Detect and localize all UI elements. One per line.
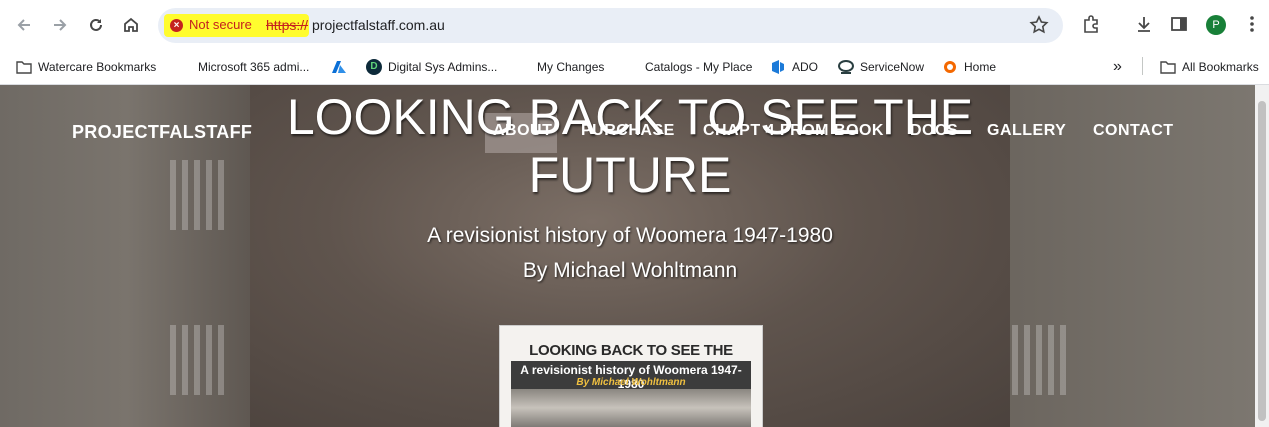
- bookmark-catalogs[interactable]: Catalogs - My Place: [623, 56, 752, 78]
- reload-icon: [90, 18, 102, 31]
- book-cover-author: By Michael Wohltmann: [576, 377, 686, 388]
- home-button[interactable]: [116, 10, 146, 40]
- microsoft-icon: [623, 59, 639, 75]
- back-arrow-icon: [17, 19, 30, 31]
- browser-toolbar: × Not secure https:// projectfalstaff.co…: [0, 0, 1269, 50]
- grafana-icon: [944, 61, 956, 73]
- microsoft-icon: [176, 59, 192, 75]
- site-logo[interactable]: PROJECTFALSTAFF: [72, 122, 252, 143]
- bookmark-label: All Bookmarks: [1182, 60, 1259, 74]
- aerial-markings-left: [170, 160, 230, 230]
- folder-shortcut-icon: [16, 61, 32, 74]
- extensions-button[interactable]: [1080, 13, 1102, 35]
- side-panel-icon: [1171, 17, 1187, 31]
- nav-purchase[interactable]: PURCHASE: [581, 122, 675, 140]
- bookmark-label: Catalogs - My Place: [645, 60, 753, 74]
- bookmark-servicenow[interactable]: ServiceNow: [838, 56, 924, 78]
- profile-avatar[interactable]: P: [1206, 15, 1226, 35]
- aerial-markings-left-lower: [170, 325, 230, 395]
- address-bar[interactable]: × Not secure https:// projectfalstaff.co…: [158, 8, 1063, 43]
- nav-chapt-4[interactable]: CHAPT 4 FROM BOOK: [703, 122, 884, 140]
- bookmark-my-changes[interactable]: My Changes: [515, 56, 604, 78]
- bookmark-label: Home: [964, 60, 997, 74]
- azure-devops-icon: [772, 60, 784, 74]
- url-scheme: https://: [266, 17, 309, 33]
- page-scrollbar[interactable]: [1255, 85, 1269, 427]
- bookmark-label: Digital Sys Admins...: [388, 60, 498, 74]
- downloads-button[interactable]: [1133, 13, 1155, 35]
- hero-subtitle: A revisionist history of Woomera 1947-19…: [427, 224, 833, 247]
- folder-icon: [1160, 61, 1176, 74]
- nav-docs[interactable]: DOCS: [910, 122, 958, 140]
- all-bookmarks-button[interactable]: All Bookmarks: [1160, 56, 1259, 78]
- forward-arrow-icon: [54, 19, 67, 31]
- reload-button[interactable]: [81, 10, 111, 40]
- nav-gallery[interactable]: GALLERY: [987, 122, 1066, 140]
- hero-author: By Michael Wohltmann: [522, 259, 738, 282]
- circle-d-icon: D: [366, 59, 382, 75]
- web-page: LOOKING BACK TO SEE THE FUTURE PROJECTFA…: [0, 85, 1269, 427]
- bookmark-microsoft-365[interactable]: Microsoft 365 admi...: [176, 56, 309, 78]
- security-label: Not secure: [189, 17, 252, 32]
- scrollbar-thumb[interactable]: [1258, 101, 1266, 421]
- book-cover-image[interactable]: LOOKING BACK TO SEE THE FUTURE A revisio…: [499, 325, 763, 427]
- book-cover-band: A revisionist history of Woomera 1947-19…: [511, 361, 751, 391]
- more-bookmarks-button[interactable]: »: [1113, 56, 1122, 78]
- puzzle-icon: [1084, 15, 1098, 33]
- bookmark-label: Watercare Bookmarks: [38, 60, 157, 74]
- bookmark-azure[interactable]: [331, 56, 353, 78]
- url-host: projectfalstaff.com.au: [312, 17, 445, 33]
- hero-title-line2: FUTURE: [528, 147, 732, 203]
- download-icon: [1138, 17, 1150, 32]
- menu-button[interactable]: [1241, 13, 1263, 35]
- bookmark-ado[interactable]: ADO: [770, 56, 818, 78]
- side-panel-button[interactable]: [1168, 13, 1190, 35]
- bookmarks-bar: Watercare Bookmarks Microsoft 365 admi..…: [0, 50, 1269, 85]
- book-cover-photo: [511, 389, 751, 427]
- bookmark-home[interactable]: Home: [942, 56, 996, 78]
- bookmark-label: ServiceNow: [860, 60, 925, 74]
- azure-icon: [332, 61, 346, 73]
- microsoft-icon: [515, 59, 531, 75]
- bookmark-label: ADO: [792, 60, 819, 74]
- servicenow-icon: [838, 60, 854, 74]
- bookmark-label: Microsoft 365 admi...: [198, 60, 310, 74]
- nav-about[interactable]: ABOUT: [493, 122, 552, 140]
- home-icon: [124, 17, 138, 32]
- bookmark-digital-sys[interactable]: D Digital Sys Admins...: [366, 56, 497, 78]
- back-button[interactable]: [9, 10, 39, 40]
- nav-contact[interactable]: CONTACT: [1093, 122, 1174, 140]
- warning-icon: ×: [170, 19, 183, 32]
- kebab-menu-icon: [1250, 16, 1254, 32]
- aerial-markings-right: [1012, 325, 1072, 395]
- bookmark-star-icon[interactable]: [1029, 15, 1049, 35]
- bookmark-watercare[interactable]: Watercare Bookmarks: [16, 56, 156, 78]
- bookmark-label: My Changes: [537, 60, 605, 74]
- bookmarks-divider: [1142, 57, 1143, 75]
- forward-button[interactable]: [45, 10, 75, 40]
